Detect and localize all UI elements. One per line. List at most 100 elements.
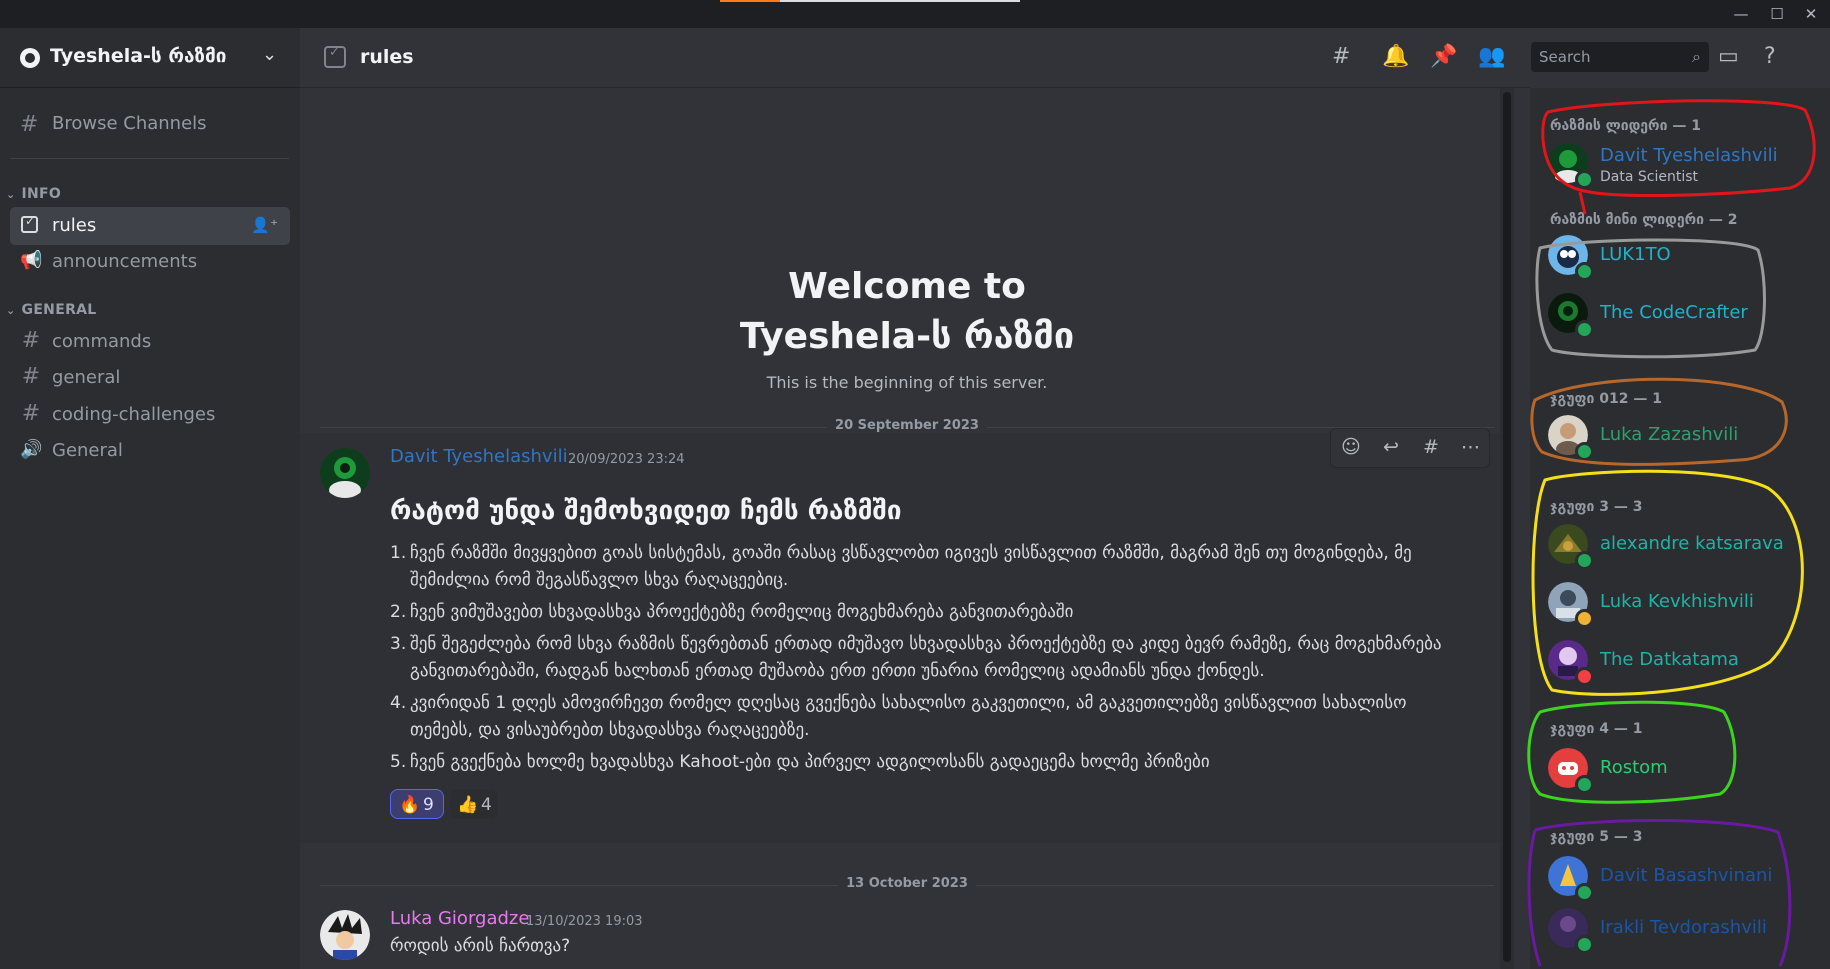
channel-rules[interactable]: rules 👤⁺ xyxy=(10,207,290,245)
avatar[interactable] xyxy=(320,910,370,960)
member-item[interactable]: Luka Zazashvili xyxy=(1548,415,1818,461)
reaction-thumbs-up[interactable]: 👍 4 xyxy=(450,789,498,819)
create-thread-icon[interactable]: # xyxy=(1423,436,1439,458)
category-general[interactable]: ⌄ GENERAL xyxy=(6,302,97,318)
close-button[interactable]: ✕ xyxy=(1796,4,1826,24)
maximize-button[interactable]: ☐ xyxy=(1762,4,1792,24)
member-item[interactable]: alexandre katsarava xyxy=(1548,524,1818,570)
search-input[interactable]: Search ⌕ xyxy=(1531,42,1709,72)
search-placeholder: Search xyxy=(1539,48,1591,66)
fire-icon: 🔥 xyxy=(399,795,421,815)
message-list: 1. ჩვენ რაზმში მივყვებით გოას სისტემას, გ… xyxy=(390,540,1450,781)
threads-icon[interactable]: # xyxy=(1332,44,1350,69)
server-header[interactable]: Tyeshela-ს რაზმი ⌄ xyxy=(0,28,300,88)
message-timestamp: 13/10/2023 19:03 xyxy=(526,914,643,929)
title-bar: — ☐ ✕ xyxy=(0,0,1830,28)
status-online-icon xyxy=(1575,320,1594,339)
server-name: Tyeshela-ს რაზმი xyxy=(50,45,227,67)
scrollbar-thumb[interactable] xyxy=(1503,92,1511,962)
member-item[interactable]: The Datkatama xyxy=(1548,640,1818,686)
channel-title: rules xyxy=(360,46,414,68)
reaction-count: 9 xyxy=(423,795,434,815)
status-online-icon xyxy=(1575,262,1594,281)
chat-scrollbar[interactable] xyxy=(1500,88,1514,969)
member-group-title: ჯგუფი 012 — 1 xyxy=(1550,391,1662,407)
member-item[interactable]: Luka Kevkhishvili xyxy=(1548,582,1818,628)
hashtag-icon: # xyxy=(21,328,41,353)
invite-icon[interactable]: 👤⁺ xyxy=(251,216,278,234)
list-item: 1. ჩვენ რაზმში მივყვებით გოას სისტემას, გ… xyxy=(390,543,1412,590)
member-name: The Datkatama xyxy=(1600,649,1739,670)
channel-label: General xyxy=(52,440,123,461)
channel-announcements[interactable]: 📢 announcements xyxy=(10,243,290,281)
list-item: 2. ჩვენ ვიმუშავებთ სხვადასხვა პროექტებზე … xyxy=(390,602,1074,622)
hashtag-icon: # xyxy=(21,364,41,389)
browse-channels-icon: # xyxy=(20,112,39,137)
status-idle-icon xyxy=(1575,609,1594,628)
avatar[interactable] xyxy=(320,448,370,498)
member-group-title: ჯგუფი 3 — 3 xyxy=(1550,499,1643,515)
member-group-title: ჯგუფი 4 — 1 xyxy=(1550,721,1643,737)
channel-voice-general[interactable]: 🔊 General xyxy=(10,432,290,470)
member-item[interactable]: Davit Basashvinani xyxy=(1548,856,1818,902)
thumbs-up-icon: 👍 xyxy=(457,795,479,815)
inbox-icon[interactable]: ▭ xyxy=(1718,44,1739,69)
message-author[interactable]: Davit Tyeshelashvili xyxy=(390,446,568,467)
category-label: GENERAL xyxy=(21,302,97,318)
member-item[interactable]: Rostom xyxy=(1548,748,1818,794)
speaker-icon: 🔊 xyxy=(20,439,43,460)
server-settings-icon xyxy=(20,48,40,68)
hashtag-icon: # xyxy=(21,401,41,426)
reaction-fire[interactable]: 🔥 9 xyxy=(390,789,444,819)
member-name: Luka Zazashvili xyxy=(1600,424,1739,445)
member-item[interactable]: Irakli Tevdorashvili xyxy=(1548,908,1818,954)
member-name: LUK1TO xyxy=(1600,244,1671,265)
status-dnd-icon xyxy=(1575,667,1594,686)
member-list-icon[interactable]: 👥 xyxy=(1478,44,1505,69)
megaphone-icon: 📢 xyxy=(20,250,43,271)
category-info[interactable]: ⌄ INFO xyxy=(6,186,61,202)
add-reaction-icon[interactable]: ☺ xyxy=(1341,436,1361,458)
member-name: Davit Basashvinani xyxy=(1600,865,1773,886)
channel-coding-challenges[interactable]: # coding-challenges xyxy=(10,396,290,434)
message-timestamp: 20/09/2023 23:24 xyxy=(568,452,685,467)
member-name: alexandre katsarava xyxy=(1600,533,1784,554)
search-icon: ⌕ xyxy=(1692,47,1701,66)
chevron-down-icon: ⌄ xyxy=(6,188,16,201)
bell-icon[interactable]: 🔔 xyxy=(1382,44,1409,69)
member-item[interactable]: The CodeCrafter xyxy=(1548,293,1818,339)
channel-label: announcements xyxy=(52,251,198,272)
message-area: Welcome to Tyeshela-ს რაზმი This is the … xyxy=(300,88,1514,969)
date-divider-label: 13 October 2023 xyxy=(300,876,1514,891)
chevron-down-icon[interactable]: ⌄ xyxy=(262,44,277,65)
channel-label: coding-challenges xyxy=(52,404,216,425)
member-name: Davit Tyeshelashvili xyxy=(1600,145,1778,166)
loading-bar xyxy=(720,0,1020,2)
member-group-title: ჯგუფი 5 — 3 xyxy=(1550,829,1643,845)
list-item: 4. კვირიდან 1 დღეს ამოვირჩევთ რომელ დღესა… xyxy=(390,693,1407,740)
list-item: 5. ჩვენ გვექნება ხოლმე ხვადასხვა Kahoot-ე… xyxy=(390,752,1210,772)
reply-icon[interactable]: ↩ xyxy=(1383,436,1399,458)
welcome-subtitle: This is the beginning of this server. xyxy=(766,373,1048,392)
message-text: როდის არის ჩართვა? xyxy=(390,936,571,956)
list-item: 3. შენ შეგეძლება რომ სხვა რაზმის წევრებთა… xyxy=(390,634,1442,681)
pin-icon[interactable]: 📌 xyxy=(1430,44,1457,69)
more-options-icon[interactable]: ⋯ xyxy=(1461,436,1480,458)
member-item[interactable]: Davit Tyeshelashvili Data Scientist xyxy=(1548,143,1818,189)
rules-channel-icon xyxy=(21,214,38,233)
message-author[interactable]: Luka Giorgadze xyxy=(390,908,529,929)
sidebar-divider xyxy=(10,158,289,159)
minimize-button[interactable]: — xyxy=(1726,4,1756,24)
reaction-count: 4 xyxy=(481,795,492,815)
member-group-title: რაზმის ლიდერი — 1 xyxy=(1550,118,1701,134)
member-group-title: რაზმის მინი ლიდერი — 2 xyxy=(1550,212,1738,228)
browse-channels[interactable]: # Browse Channels xyxy=(10,106,290,142)
message-heading: რატომ უნდა შემოხვიდეთ ჩემს რაზმში xyxy=(390,496,902,526)
channel-general[interactable]: # general xyxy=(10,359,290,397)
status-online-icon xyxy=(1575,935,1594,954)
help-icon[interactable]: ? xyxy=(1764,44,1776,69)
member-item[interactable]: LUK1TO xyxy=(1548,235,1818,281)
channel-commands[interactable]: # commands xyxy=(10,323,290,361)
member-list: რაზმის ლიდერი — 1 Davit Tyeshelashvili D… xyxy=(1530,88,1830,969)
member-status-text: Data Scientist xyxy=(1600,169,1698,185)
